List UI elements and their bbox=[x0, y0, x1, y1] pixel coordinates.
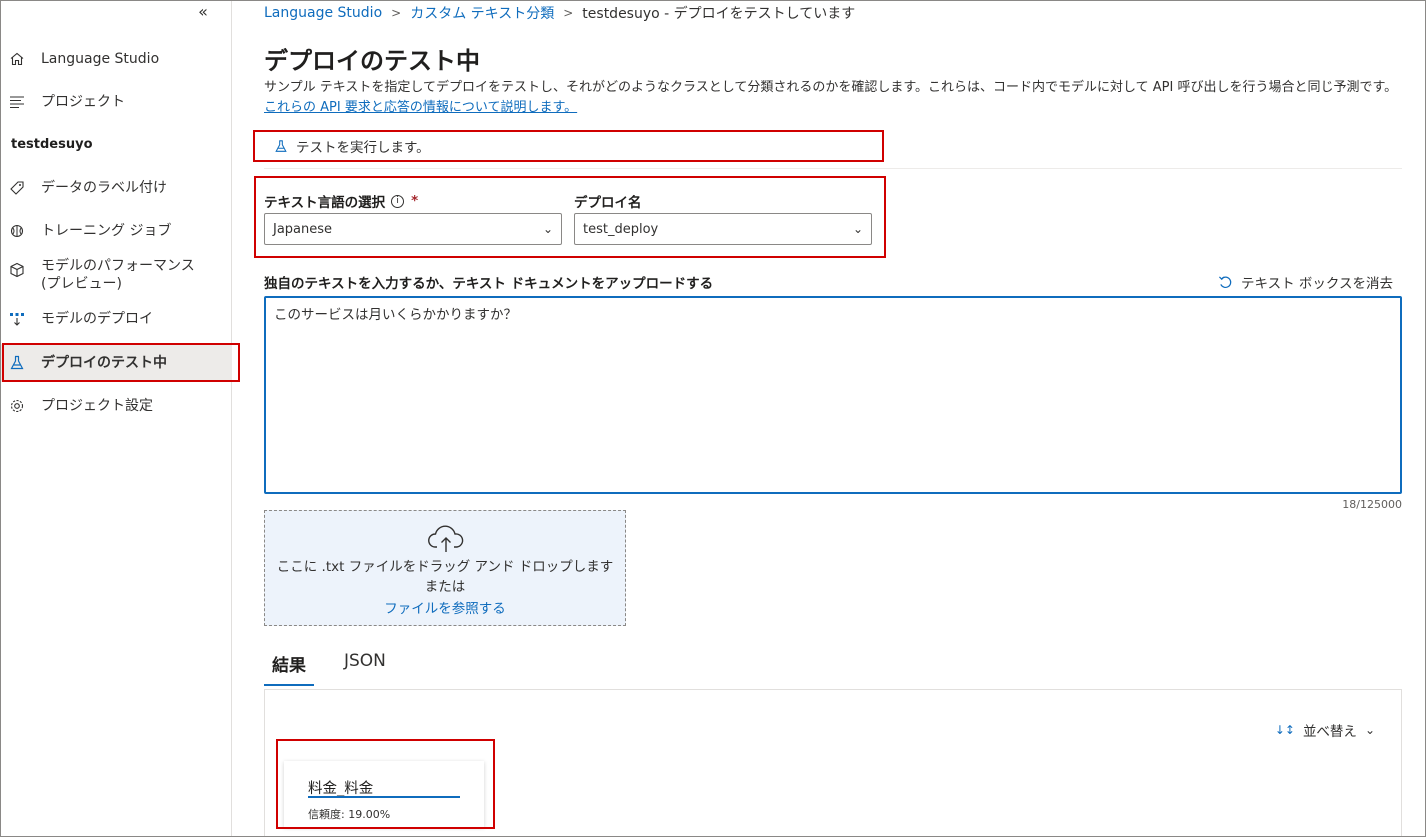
character-count: 18/125000 bbox=[1342, 498, 1402, 511]
results-panel: ↓↕ 並べ替え ⌄ 料金_料金 信頼度: 19.00% bbox=[264, 689, 1402, 836]
undo-icon bbox=[1218, 275, 1232, 288]
brain-icon bbox=[9, 223, 25, 239]
tab-json[interactable]: JSON bbox=[336, 651, 394, 686]
sidebar-item-model-performance[interactable]: モデルのパフォーマンス (プレビュー) bbox=[1, 257, 232, 301]
sidebar-item-test-deployment[interactable]: デプロイのテスト中 bbox=[1, 344, 232, 382]
cube-icon bbox=[9, 262, 25, 278]
deployment-select-value: test_deploy bbox=[583, 221, 659, 237]
drop-instructions: ここに .txt ファイルをドラッグ アンド ドロップします または bbox=[265, 557, 625, 597]
info-icon[interactable]: i bbox=[391, 194, 405, 208]
page-description: サンプル テキストを指定してデプロイをテストし、それがどのようなクラスとして分類… bbox=[264, 78, 1404, 118]
result-confidence: 信頼度: 19.00% bbox=[308, 808, 391, 821]
clear-textbox-label: テキスト ボックスを消去 bbox=[1241, 276, 1393, 292]
sidebar-item-label: プロジェクト設定 bbox=[41, 398, 153, 414]
app-window: « Language Studio プロジェクト testdesuyo データの… bbox=[0, 0, 1426, 837]
description-text: サンプル テキストを指定してデプロイをテストし、それがどのようなクラスとして分類… bbox=[264, 80, 1398, 95]
confidence-bar bbox=[308, 796, 460, 798]
sort-button[interactable]: ↓↕ 並べ替え ⌄ bbox=[1275, 720, 1375, 740]
language-label-text: テキスト言語の選択 bbox=[264, 195, 386, 211]
cloud-upload-icon bbox=[428, 525, 464, 552]
sidebar-item-label: Language Studio bbox=[41, 51, 160, 67]
sidebar-item-label: モデルのデプロイ bbox=[41, 311, 153, 327]
tag-icon bbox=[9, 180, 25, 196]
sidebar-item-label: トレーニング ジョブ bbox=[41, 223, 172, 239]
project-name: testdesuyo bbox=[11, 137, 93, 152]
sidebar-item-deploy-model[interactable]: モデルのデプロイ bbox=[1, 300, 232, 338]
page-title: デプロイのテスト中 bbox=[264, 47, 480, 75]
flask-icon bbox=[275, 139, 287, 152]
language-field-label: テキスト言語の選択 i * bbox=[264, 191, 418, 211]
result-card[interactable]: 料金_料金 信頼度: 19.00% bbox=[284, 761, 484, 827]
browse-files-link[interactable]: ファイルを参照する bbox=[265, 597, 625, 617]
clear-textbox-button[interactable]: テキスト ボックスを消去 bbox=[1218, 272, 1393, 292]
drop-instructions-line1: ここに .txt ファイルをドラッグ アンド ドロップします bbox=[276, 559, 614, 575]
language-select[interactable]: Japanese ⌄ bbox=[264, 213, 562, 245]
deploy-icon bbox=[9, 311, 25, 327]
breadcrumb-custom-text-classification[interactable]: カスタム テキスト分類 bbox=[410, 3, 554, 23]
sidebar-item-training-jobs[interactable]: トレーニング ジョブ bbox=[1, 212, 232, 250]
sidebar-item-label: デプロイのテスト中 bbox=[41, 355, 167, 371]
deployment-field-label: デプロイ名 bbox=[574, 195, 642, 211]
text-input-label: 独自のテキストを入力するか、テキスト ドキュメントをアップロードする bbox=[264, 276, 714, 292]
collapse-sidebar-icon[interactable]: « bbox=[193, 2, 213, 22]
run-test-button[interactable]: テストを実行します。 bbox=[263, 132, 883, 160]
tab-results[interactable]: 結果 bbox=[264, 651, 314, 686]
deployment-select[interactable]: test_deploy ⌄ bbox=[574, 213, 872, 245]
home-icon bbox=[9, 51, 25, 67]
main-content: Language Studio > カスタム テキスト分類 > testdesu… bbox=[232, 1, 1425, 836]
sidebar-item-language-studio[interactable]: Language Studio bbox=[1, 40, 232, 78]
chevron-down-icon: ⌄ bbox=[852, 222, 863, 236]
run-test-label: テストを実行します。 bbox=[296, 140, 430, 156]
sidebar: « Language Studio プロジェクト testdesuyo データの… bbox=[1, 1, 232, 836]
sidebar-item-label: モデルのパフォーマンス (プレビュー) bbox=[41, 258, 195, 292]
sidebar-item-label: プロジェクト bbox=[41, 94, 125, 110]
sidebar-item-label: データのラベル付け bbox=[41, 180, 167, 196]
flask-icon bbox=[9, 355, 25, 371]
api-info-link[interactable]: これらの API 要求と応答の情報について説明します。 bbox=[264, 100, 577, 115]
chevron-right-icon: > bbox=[391, 6, 402, 20]
language-select-value: Japanese bbox=[273, 221, 333, 237]
sort-label: 並べ替え bbox=[1302, 724, 1357, 740]
required-marker: * bbox=[411, 193, 419, 209]
file-drop-zone[interactable]: ここに .txt ファイルをドラッグ アンド ドロップします または ファイルを… bbox=[264, 510, 626, 626]
breadcrumb-language-studio[interactable]: Language Studio bbox=[264, 5, 382, 21]
chevron-right-icon: > bbox=[563, 6, 574, 20]
chevron-down-icon: ⌄ bbox=[542, 222, 553, 236]
result-tabs: 結果 JSON bbox=[264, 651, 416, 686]
breadcrumb-current: testdesuyo - デプロイをテストしています bbox=[582, 6, 856, 22]
sort-icon: ↓↕ bbox=[1274, 723, 1295, 737]
result-class-name: 料金_料金 bbox=[308, 781, 374, 797]
divider bbox=[264, 168, 1402, 169]
sidebar-item-data-labeling[interactable]: データのラベル付け bbox=[1, 169, 232, 207]
sidebar-item-projects[interactable]: プロジェクト bbox=[1, 83, 232, 121]
sidebar-item-project-settings[interactable]: プロジェクト設定 bbox=[1, 387, 232, 425]
chevron-down-icon: ⌄ bbox=[1364, 723, 1375, 737]
list-icon bbox=[9, 94, 25, 110]
drop-instructions-line2: または bbox=[424, 579, 466, 595]
breadcrumb: Language Studio > カスタム テキスト分類 > testdesu… bbox=[264, 3, 855, 23]
text-input-area[interactable]: このサービスは月いくらかかりますか？ bbox=[264, 296, 1402, 494]
gear-icon bbox=[9, 398, 25, 414]
